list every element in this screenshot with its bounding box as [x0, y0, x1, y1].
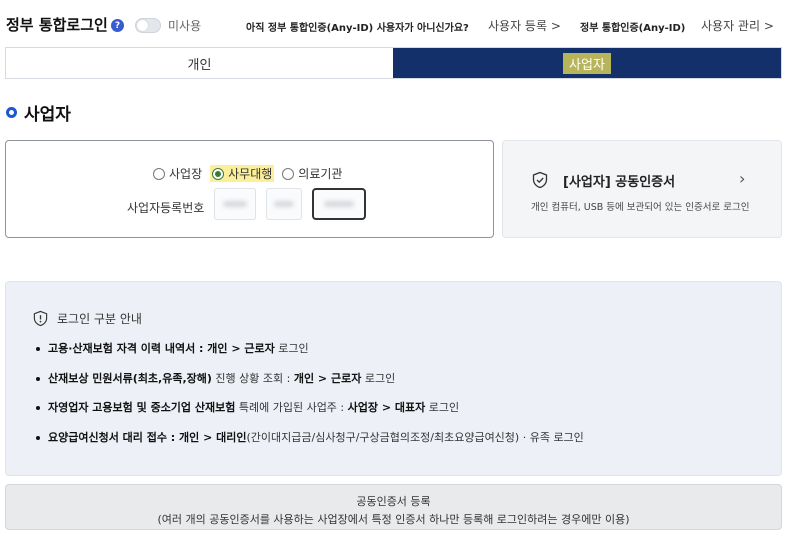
tab-business-label: 사업자	[563, 52, 611, 74]
chevron-right-icon: ›	[739, 169, 746, 188]
cert-register-label: 공동인증서 등록	[356, 495, 431, 508]
guide-item-bold: 개인 > 근로자	[293, 371, 362, 385]
tab-personal-label: 개인	[187, 57, 212, 73]
cert-login-button[interactable]: [사업자] 공동인증서 › 개인 컴퓨터, USB 등에 보관되어 있는 인증서…	[502, 140, 782, 238]
top-bar: 정부 통합로그인 ? 미사용 아직 정부 통합인증(Any-ID) 사용자가 아…	[0, 0, 800, 44]
radio-button-checked-icon	[212, 167, 225, 180]
toggle-knob	[137, 20, 148, 31]
guide-item-bold: 사업장 > 대표자	[347, 401, 426, 414]
shield-icon	[532, 171, 548, 189]
guide-item-bold: 산재보상 민원서류(최초,유족,장해)	[48, 371, 212, 385]
guide-item-bold: 요양급여신청서 대리 접수 : 개인 > 대리인	[48, 430, 247, 444]
user-register-link[interactable]: 사용자 등록 >	[488, 17, 561, 34]
login-guide-panel: 로그인 구분 안내 고용·산재보험 자격 이력 내역서 : 개인 > 근로자 로…	[5, 281, 782, 476]
guide-title: 로그인 구분 안내	[57, 312, 142, 326]
guide-header: 로그인 구분 안내	[32, 310, 142, 327]
anyid-question: 아직 정부 통합인증(Any-ID) 사용자가 아니신가요?	[246, 23, 469, 34]
section-title: 사업자	[24, 105, 71, 125]
guide-item-bold: 고용·산재보험 자격 이력 내역서 : 개인 > 근로자	[48, 342, 275, 355]
guide-item: 자영업자 고용보험 및 중소기업 산재보험 특례에 가입된 사업주 : 사업장 …	[36, 401, 584, 431]
radio-button-icon	[153, 167, 165, 180]
simple-login-toggle[interactable]	[135, 18, 161, 33]
cert-description: 개인 컴퓨터, USB 등에 보관되어 있는 인증서로 로그인	[531, 202, 750, 213]
section-header: 사업자	[6, 100, 71, 125]
bizno-label: 사업자등록번호	[127, 201, 205, 215]
radio-agency[interactable]: 사무대행	[210, 165, 275, 182]
tab-personal[interactable]: 개인	[6, 48, 393, 78]
guide-item-text: 로그인	[361, 371, 396, 385]
guide-item: 요양급여신청서 대리 접수 : 개인 > 대리인(간이대지급금/심사청구/구상금…	[36, 431, 584, 461]
business-type-radio-group: 사업장 사무대행 의료기관	[153, 165, 342, 182]
radio-workplace-label: 사업장	[169, 167, 203, 181]
guide-item-text: 특례에 가입된 사업주 :	[235, 401, 348, 414]
guide-item-text: 진행 상황 조회 :	[211, 371, 294, 385]
cert-title: [사업자] 공동인증서	[563, 175, 676, 190]
guide-item: 고용·산재보험 자격 이력 내역서 : 개인 > 근로자 로그인	[36, 342, 584, 372]
guide-item-bold: 자영업자 고용보험 및 중소기업 산재보험	[48, 401, 236, 414]
cert-register-note: (여러 개의 공동인증서를 사용하는 사업장에서 특정 인증서 하나만 등록해 …	[157, 513, 630, 526]
business-login-form: 사업장 사무대행 의료기관 사업자등록번호	[5, 140, 494, 238]
guide-item-text: 로그인	[274, 342, 309, 355]
radio-agency-label: 사무대행	[228, 167, 273, 181]
bizno-input-2[interactable]	[266, 188, 302, 220]
tab-business[interactable]: 사업자	[393, 48, 781, 78]
shield-alert-icon	[33, 310, 48, 327]
radio-button-icon	[282, 167, 295, 180]
guide-item-text: 로그인	[425, 401, 460, 414]
page-title: 정부 통합로그인	[6, 16, 108, 34]
help-icon[interactable]: ?	[111, 19, 124, 32]
radio-medical[interactable]: 의료기관	[282, 165, 342, 182]
guide-item-text: (간이대지급금/심사청구/구상금협의조정/최초요양급여신청) · 유족 로그인	[246, 430, 584, 444]
guide-item: 산재보상 민원서류(최초,유족,장해) 진행 상황 조회 : 개인 > 근로자 …	[36, 372, 584, 402]
cert-register-button[interactable]: 공동인증서 등록 (여러 개의 공동인증서를 사용하는 사업장에서 특정 인증서…	[5, 484, 782, 530]
login-type-tabs: 개인 사업자	[5, 47, 782, 79]
radio-workplace[interactable]: 사업장	[153, 165, 202, 182]
guide-list: 고용·산재보험 자격 이력 내역서 : 개인 > 근로자 로그인 산재보상 민원…	[36, 342, 584, 460]
bizno-input-3[interactable]	[312, 188, 366, 220]
bizno-input-1[interactable]	[214, 188, 256, 220]
user-manage-link[interactable]: 사용자 관리 >	[701, 17, 774, 34]
toggle-label: 미사용	[168, 19, 202, 33]
anyid-label: 정부 통합인증(Any-ID)	[580, 23, 686, 34]
radio-medical-label: 의료기관	[298, 167, 343, 181]
section-bullet-icon	[6, 107, 17, 118]
